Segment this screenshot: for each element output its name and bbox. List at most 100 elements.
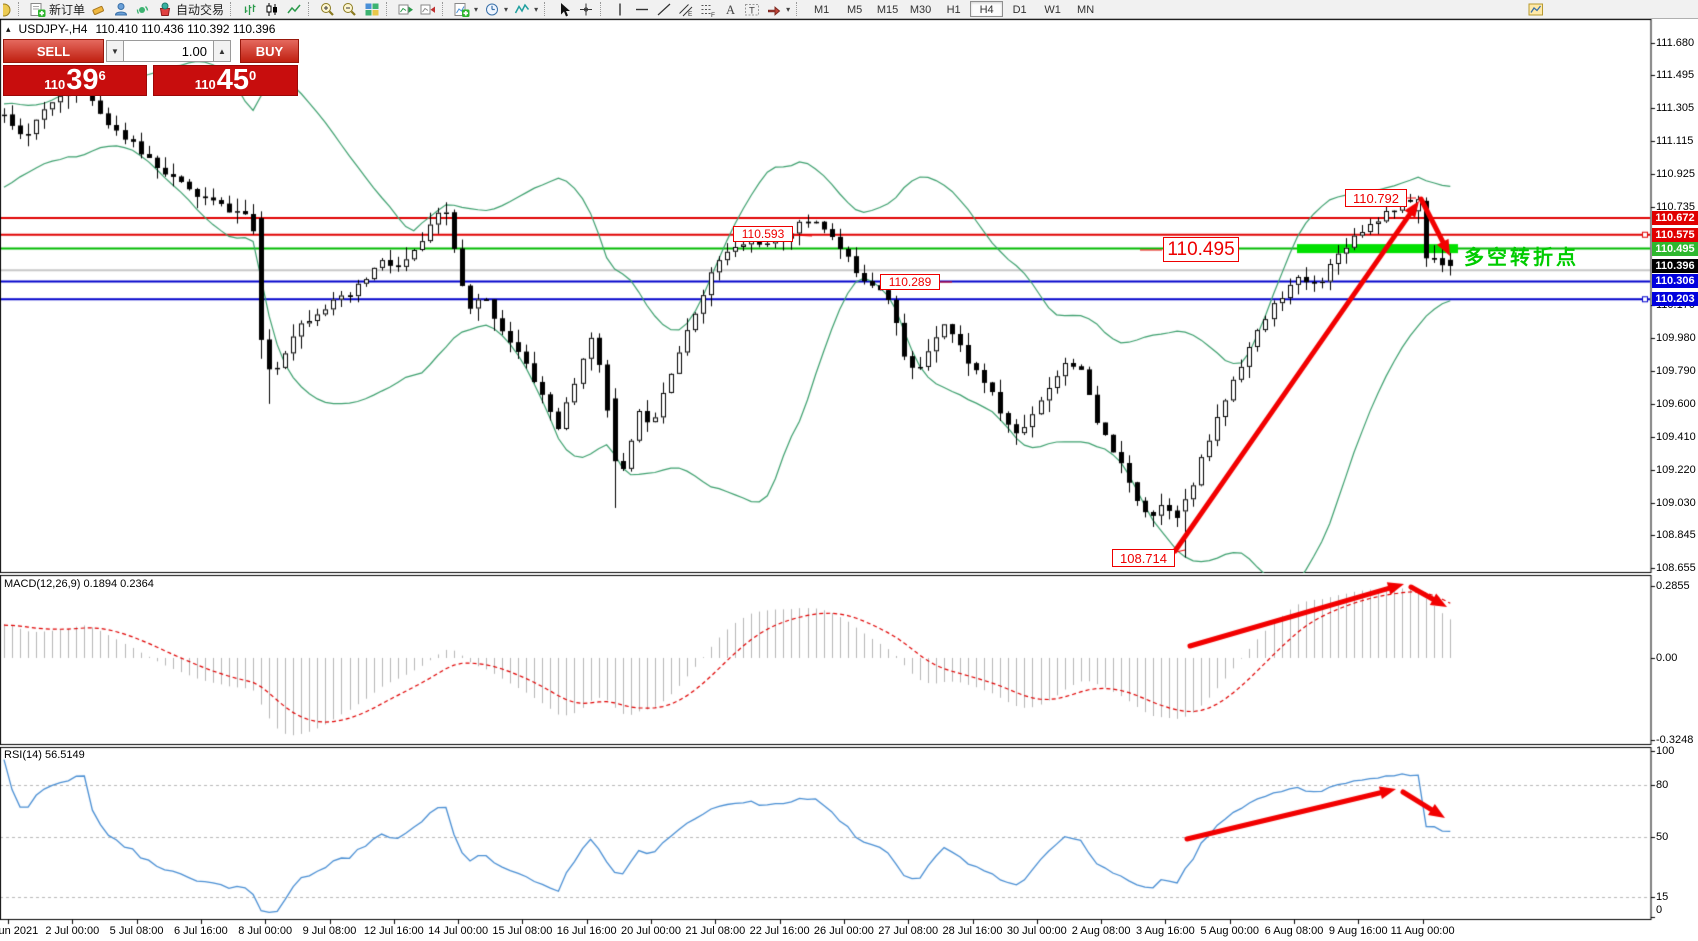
buy-price-big: 45 — [217, 66, 249, 95]
indicators-button[interactable]: ▾ — [511, 1, 541, 18]
price-axis-label: 109.980 — [1656, 332, 1698, 344]
volume-input[interactable] — [124, 40, 213, 62]
price-axis-label: 111.495 — [1656, 69, 1698, 81]
timeframe-m30-button[interactable]: M30 — [904, 1, 937, 17]
price-axis-label: 109.410 — [1656, 431, 1698, 443]
one-click-trading-panel: SELL ▼ ▲ BUY 110 39 6 110 45 0 — [3, 39, 299, 96]
trendline-button[interactable] — [653, 1, 675, 18]
price-annotation-label[interactable]: 110.495 — [1163, 237, 1239, 262]
autotrade-button[interactable]: 自动交易 — [154, 1, 227, 18]
rsi-indicator-label: RSI(14) 56.5149 — [4, 749, 85, 761]
timeframe-d1-button[interactable]: D1 — [1003, 1, 1036, 17]
price-axis-label: 109.220 — [1656, 464, 1698, 476]
new-order-button[interactable]: 新订单 — [27, 1, 88, 18]
chart-canvas[interactable] — [0, 0, 1698, 941]
price-annotation-label[interactable]: 108.714 — [1112, 549, 1175, 567]
time-axis-label: 11 Aug 00:00 — [1383, 925, 1463, 937]
text-label-button[interactable]: T — [741, 1, 763, 18]
price-tag: 110.495 — [1652, 242, 1698, 256]
bar-chart-button[interactable] — [239, 1, 261, 18]
toolbar-separator — [796, 2, 801, 16]
timeframe-mn-button[interactable]: MN — [1069, 1, 1102, 17]
chart-ohlc-values: 110.410 110.436 110.392 110.396 — [95, 22, 275, 36]
timeframe-h4-button[interactable]: H4 — [970, 1, 1003, 17]
toolbar-separator — [544, 2, 549, 16]
crosshair-button[interactable] — [575, 1, 597, 18]
price-axis-label: 111.680 — [1656, 37, 1698, 49]
cursor-button[interactable] — [553, 1, 575, 18]
volume-decrease-button[interactable]: ▼ — [106, 40, 124, 62]
equidistant-channel-button[interactable]: E — [675, 1, 697, 18]
price-axis-label: 110.925 — [1656, 168, 1698, 180]
horizontal-line-button[interactable] — [631, 1, 653, 18]
price-annotation-label[interactable]: 110.289 — [880, 274, 940, 290]
timeframe-m1-button[interactable]: M1 — [805, 1, 838, 17]
price-axis-label: 111.115 — [1656, 135, 1698, 147]
price-tag: 110.306 — [1652, 274, 1698, 288]
sell-price-button[interactable]: 110 39 6 — [3, 65, 147, 96]
sell-price-big: 39 — [66, 66, 98, 95]
symbol-marker-icon: ▴ — [6, 24, 11, 35]
periods-button[interactable]: ▾ — [481, 1, 511, 18]
new-chart-button[interactable]: ▾ — [451, 1, 481, 18]
mt4-terminal-window: 新订单自动交易▾▾▾EFAT▾M1M5M15M30H1H4D1W1MN ▴ US… — [0, 0, 1698, 941]
clipped-left-icon[interactable] — [0, 1, 15, 18]
svg-text:E: E — [688, 11, 693, 17]
svg-text:T: T — [749, 5, 755, 16]
volume-increase-button[interactable]: ▲ — [213, 40, 231, 62]
sell-price-prefix: 110 — [44, 77, 65, 92]
eraser-icon[interactable] — [88, 1, 110, 18]
rsi-axis-label: 50 — [1656, 831, 1698, 843]
toolbar-separator — [18, 2, 23, 16]
chart-title: ▴ USDJPY-,H4 110.410 110.436 110.392 110… — [6, 22, 275, 36]
price-annotation-label[interactable]: 110.593 — [733, 226, 793, 242]
timeframe-m15-button[interactable]: M15 — [871, 1, 904, 17]
vertical-line-button[interactable] — [609, 1, 631, 18]
price-axis-label: 109.030 — [1656, 497, 1698, 509]
price-tag: 110.203 — [1652, 292, 1698, 306]
price-axis-label: 111.305 — [1656, 102, 1698, 114]
tile-windows-button[interactable] — [361, 1, 383, 18]
svg-text:F: F — [711, 12, 715, 17]
rsi-axis-label: 15 — [1656, 891, 1698, 903]
buy-button[interactable]: BUY — [240, 39, 299, 63]
price-tag: 110.575 — [1652, 228, 1698, 242]
price-axis-label: 109.600 — [1656, 398, 1698, 410]
zoom-in-button[interactable] — [317, 1, 339, 18]
price-tag: 110.396 — [1652, 259, 1698, 273]
turning-point-annotation[interactable]: 多空转折点 — [1464, 241, 1579, 270]
macd-axis-label: 0.00 — [1656, 652, 1698, 664]
candlestick-chart-button[interactable] — [261, 1, 283, 18]
chart-window-icon[interactable] — [1525, 1, 1547, 18]
rsi-axis-label: 0 — [1656, 904, 1698, 916]
toolbar-separator — [230, 2, 235, 16]
sell-button[interactable]: SELL — [3, 39, 104, 63]
text-button[interactable]: A — [719, 1, 741, 18]
price-axis-label: 108.655 — [1656, 562, 1698, 574]
timeframe-m5-button[interactable]: M5 — [838, 1, 871, 17]
macd-indicator-label: MACD(12,26,9) 0.1894 0.2364 — [4, 578, 154, 590]
chart-symbol-period: USDJPY-,H4 — [19, 22, 88, 36]
timeframe-h1-button[interactable]: H1 — [937, 1, 970, 17]
price-tag: 110.672 — [1652, 211, 1698, 225]
toolbar-separator — [308, 2, 313, 16]
toolbar-separator — [442, 2, 447, 16]
timeframe-w1-button[interactable]: W1 — [1036, 1, 1069, 17]
rsi-axis-label: 100 — [1656, 745, 1698, 757]
price-axis-label: 108.845 — [1656, 529, 1698, 541]
sell-price-sup: 6 — [99, 68, 106, 83]
arrows-objects-button[interactable]: ▾ — [763, 1, 793, 18]
fibonacci-button[interactable]: F — [697, 1, 719, 18]
line-chart-button[interactable] — [283, 1, 305, 18]
price-annotation-label[interactable]: 110.792 — [1345, 189, 1407, 207]
signals-button[interactable] — [132, 1, 154, 18]
price-axis-label: 109.790 — [1656, 365, 1698, 377]
profile-button[interactable] — [110, 1, 132, 18]
auto-scroll-button[interactable] — [395, 1, 417, 18]
chart-shift-button[interactable] — [417, 1, 439, 18]
buy-price-prefix: 110 — [195, 77, 216, 92]
buy-price-button[interactable]: 110 45 0 — [153, 65, 298, 96]
macd-axis-label: 0.2855 — [1656, 580, 1698, 592]
toolbar-separator — [600, 2, 605, 16]
zoom-out-button[interactable] — [339, 1, 361, 18]
